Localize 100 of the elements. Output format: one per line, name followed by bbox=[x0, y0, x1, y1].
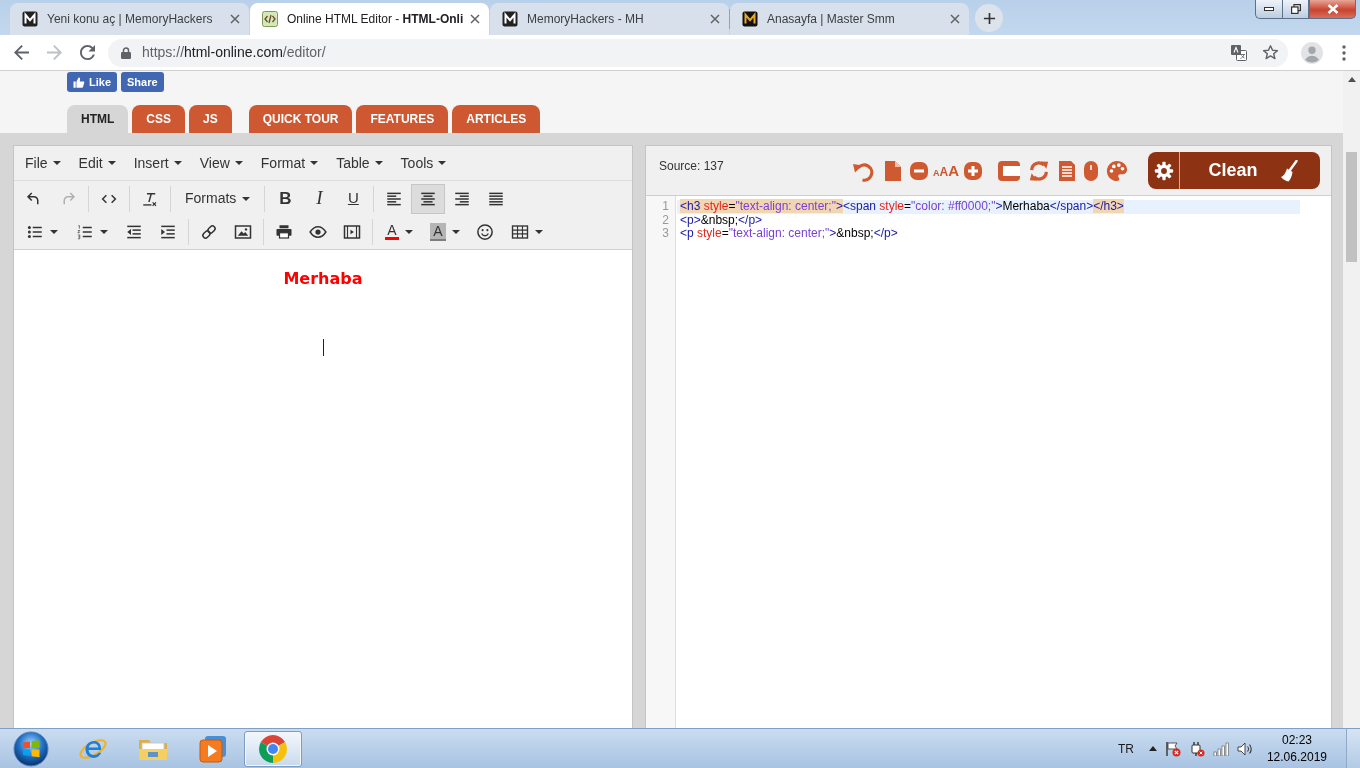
reload-icon[interactable] bbox=[80, 45, 95, 60]
palette-icon[interactable] bbox=[1106, 159, 1128, 182]
close-button[interactable] bbox=[1309, 0, 1356, 19]
italic-button[interactable]: I bbox=[302, 183, 337, 214]
code-brackets-icon bbox=[262, 11, 278, 27]
nav-link[interactable]: ARTICLES bbox=[452, 105, 541, 133]
browser-tab[interactable]: Anasayfa | Master Smm bbox=[730, 3, 969, 35]
clean-button[interactable]: Clean bbox=[1180, 152, 1320, 189]
language-label[interactable]: TR bbox=[1117, 739, 1134, 758]
file-icon[interactable] bbox=[884, 159, 902, 182]
plus-icon[interactable] bbox=[964, 161, 982, 180]
editor-tab[interactable]: CSS bbox=[132, 105, 185, 133]
caret-icon[interactable] bbox=[100, 229, 108, 234]
plug-icon[interactable] bbox=[1188, 740, 1205, 757]
speaker-icon[interactable] bbox=[1236, 741, 1253, 756]
line-number: 1 bbox=[662, 200, 669, 214]
caret-icon bbox=[242, 196, 251, 201]
table-icon[interactable] bbox=[511, 222, 529, 241]
line-number: 2 bbox=[662, 213, 669, 227]
minus-icon[interactable] bbox=[910, 161, 928, 180]
code-editor-area[interactable]: 1 2 3 <h3 style="text-align: center;"><span style="color: #ff0000;">Merhaba</span></h3> <p>&nbsp;</p> <p style="text-align: center;">&nbsp;</p> bbox=[646, 196, 1331, 728]
menu-item[interactable]: Edit bbox=[69, 149, 125, 177]
plus-icon bbox=[982, 11, 996, 25]
caret-icon bbox=[438, 161, 447, 165]
underline-button[interactable]: U bbox=[336, 183, 371, 214]
printer-icon[interactable] bbox=[275, 222, 293, 241]
close-icon[interactable] bbox=[470, 14, 480, 24]
caret-icon bbox=[310, 161, 319, 165]
line-number: 3 bbox=[662, 227, 669, 241]
round-logo-icon bbox=[258, 733, 288, 764]
square-frame-icon[interactable] bbox=[998, 160, 1020, 181]
signal-bars-icon[interactable] bbox=[1212, 741, 1229, 756]
star-icon[interactable] bbox=[1262, 44, 1279, 61]
m-logo-icon bbox=[22, 11, 38, 27]
m-logo-icon bbox=[742, 11, 758, 27]
menu-icon[interactable] bbox=[1342, 44, 1346, 61]
taskbar-app[interactable] bbox=[244, 730, 302, 767]
caret-icon[interactable] bbox=[535, 229, 543, 234]
bold-button[interactable]: B bbox=[268, 183, 303, 214]
minimize-icon bbox=[1264, 7, 1274, 11]
caret-icon[interactable] bbox=[50, 229, 58, 234]
font-size-label: AAA bbox=[933, 163, 959, 178]
film-icon[interactable] bbox=[343, 222, 361, 241]
thumbs-up-icon bbox=[73, 76, 85, 88]
close-icon[interactable] bbox=[950, 14, 960, 24]
clock-time[interactable]: 02:23 bbox=[1281, 731, 1312, 749]
smiley-icon[interactable] bbox=[476, 222, 494, 241]
like-button[interactable]: Like bbox=[67, 72, 117, 92]
menu-item[interactable]: Table bbox=[327, 149, 392, 177]
clock-date[interactable]: 12.06.2019 bbox=[1266, 748, 1327, 766]
restore-button[interactable] bbox=[1282, 0, 1309, 19]
restore-icon bbox=[1290, 4, 1301, 14]
menu-item[interactable]: View bbox=[190, 149, 252, 177]
play-icon bbox=[198, 733, 228, 764]
numbered-list-icon[interactable] bbox=[76, 222, 94, 241]
document-icon[interactable] bbox=[1058, 159, 1076, 182]
settings-button[interactable] bbox=[1148, 152, 1180, 189]
minimize-button[interactable] bbox=[1255, 0, 1282, 19]
start-orb-icon[interactable] bbox=[13, 730, 49, 767]
m-logo-icon bbox=[502, 11, 518, 27]
browser-tab[interactable]: Yeni konu aç | MemoryHackers bbox=[10, 3, 249, 35]
browser-tab[interactable]: MemoryHackers - MH bbox=[490, 3, 729, 35]
lock-icon bbox=[121, 46, 131, 59]
code-line: <p style="text-align: center;">&nbsp;</p> bbox=[679, 227, 898, 241]
editor-tab[interactable]: JS bbox=[189, 105, 232, 133]
chain-link-icon[interactable] bbox=[200, 222, 218, 241]
up-arrow-icon[interactable] bbox=[1148, 746, 1157, 751]
close-icon[interactable] bbox=[230, 14, 240, 24]
menu-item[interactable]: File bbox=[16, 149, 70, 177]
editor-tab[interactable]: HTML bbox=[67, 105, 129, 133]
broom-icon bbox=[1279, 159, 1298, 182]
close-icon bbox=[1326, 4, 1339, 14]
address-field[interactable]: https://html-online.com/editor/ bbox=[108, 38, 1288, 67]
background-color-button[interactable]: A bbox=[422, 216, 468, 247]
align-center-button[interactable] bbox=[411, 183, 446, 214]
menu-item[interactable]: Tools bbox=[391, 149, 456, 177]
nav-link[interactable]: QUICK TOUR bbox=[248, 105, 353, 133]
flag-icon[interactable] bbox=[1164, 740, 1181, 757]
new-tab-button[interactable] bbox=[975, 4, 1003, 32]
caret-icon bbox=[52, 161, 61, 165]
text-color-button[interactable]: A bbox=[376, 216, 422, 247]
back-icon[interactable] bbox=[14, 45, 29, 60]
scrollbar-thumb[interactable] bbox=[1346, 152, 1357, 262]
caret-icon bbox=[451, 229, 460, 234]
caret-icon bbox=[374, 161, 383, 165]
share-button[interactable]: Share bbox=[121, 72, 164, 92]
close-icon[interactable] bbox=[710, 14, 720, 24]
browser-tab[interactable]: Online HTML Editor - HTML-Onli bbox=[250, 3, 489, 35]
image-icon[interactable] bbox=[234, 222, 252, 241]
refresh-icon[interactable] bbox=[1028, 159, 1050, 182]
caret-icon bbox=[234, 161, 243, 165]
menu-item[interactable]: Format bbox=[251, 149, 328, 177]
nav-link[interactable]: FEATURES bbox=[356, 105, 449, 133]
formats-dropdown[interactable]: Formats bbox=[174, 183, 262, 214]
up-arrow-icon[interactable] bbox=[1347, 77, 1356, 82]
menu-item[interactable]: Insert bbox=[124, 149, 191, 177]
url-text: https://html-online.com/editor/ bbox=[142, 43, 326, 62]
mouse-icon[interactable] bbox=[1084, 160, 1098, 181]
heading: Merhaba bbox=[283, 268, 363, 290]
translate-icon[interactable] bbox=[1231, 44, 1247, 61]
